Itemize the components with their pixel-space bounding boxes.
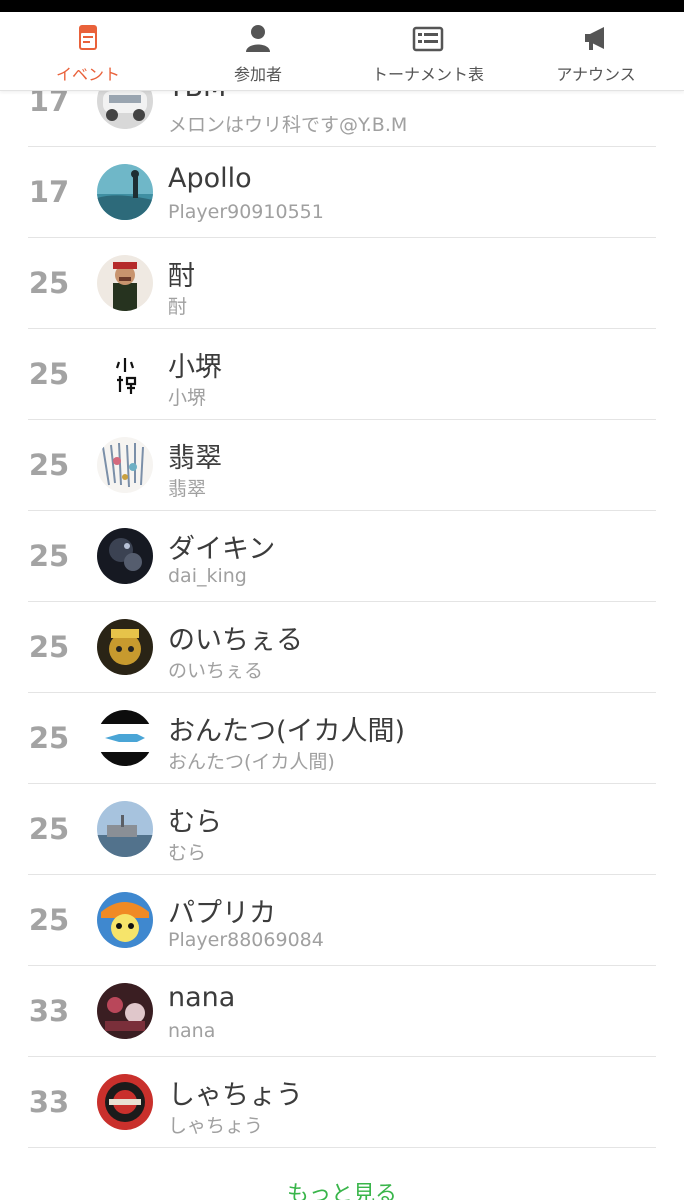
tab-label: イベント [55,65,120,84]
participant-name: おんたつ(イカ人間) [168,716,406,747]
participant-list: 17 YBM メロンはウリ科です@Y.B.M 17 Apollo Player9… [0,56,684,1148]
avatar [97,528,153,584]
participant-id: Player90910551 [168,201,324,223]
participant-id: しゃちょう [168,1115,264,1137]
tab-label: アナウンス [556,65,636,84]
list-item[interactable]: 17 Apollo Player90910551 [28,147,656,238]
list-item[interactable]: 25 翡翠 翡翠 [28,420,656,511]
tab-participants[interactable]: 参加者 [170,12,346,90]
avatar [97,346,153,402]
rank: 25 [28,721,70,755]
tab-label: 参加者 [233,65,282,84]
avatar [97,892,153,948]
participant-name: 翡翠 [168,443,222,474]
list-item[interactable]: 25 のいちぇる のいちぇる [28,602,656,693]
avatar [97,437,153,493]
participant-id: Player88069084 [168,929,324,951]
participant-id: のいちぇる [168,660,264,682]
avatar [97,255,153,311]
rank: 25 [28,266,70,300]
tab-event[interactable]: イベント [0,12,176,90]
list-item[interactable]: 33 nana nana [28,966,656,1057]
participant-id: おんたつ(イカ人間) [168,751,335,773]
avatar [97,983,153,1039]
participant-id: 酎 [168,296,188,318]
tab-tournament[interactable]: トーナメント表 [340,12,516,90]
list-item[interactable]: 25 小堺 小堺 [28,329,656,420]
list-item[interactable]: 25 ダイキン dai_king [28,511,656,602]
rank: 25 [28,630,70,664]
participant-name: nana [168,982,236,1013]
participant-id: むら [168,842,207,864]
participant-name: ダイキン [168,534,276,565]
participant-name: 小堺 [168,352,222,383]
rank: 17 [28,175,70,209]
list-item[interactable]: 33 しゃちょう しゃちょう [28,1057,656,1148]
participant-id: 小堺 [168,387,207,409]
list-item[interactable]: 25 むら むら [28,784,656,875]
megaphone-icon [585,27,604,50]
list-item[interactable]: 25 おんたつ(イカ人間) おんたつ(イカ人間) [28,693,656,784]
avatar [97,1074,153,1130]
participant-id: 翡翠 [168,478,207,500]
show-more-link[interactable]: もっと見る [0,1180,684,1200]
participant-id: dai_king [168,565,247,587]
participant-id: メロンはウリ科です@Y.B.M [168,114,408,136]
rank: 33 [28,994,70,1028]
participant-name: のいちぇる [168,625,303,656]
participant-name: しゃちょう [168,1080,303,1111]
status-bar [0,0,684,12]
list-item[interactable]: 25 酎 酎 [28,238,656,329]
rank: 25 [28,357,70,391]
avatar [97,164,153,220]
participant-name: パプリカ [168,898,276,929]
person-icon [246,25,270,52]
avatar [97,619,153,675]
rank: 33 [28,1085,70,1119]
rank: 25 [28,448,70,482]
tab-announce[interactable]: アナウンス [508,12,684,90]
rank: 25 [28,539,70,573]
list-item[interactable]: 25 パプリカ Player88069084 [28,875,656,966]
participant-name: むら [168,807,222,838]
avatar [97,801,153,857]
participant-name: 酎 [168,261,195,292]
rank: 25 [28,903,70,937]
rank: 25 [28,812,70,846]
tab-bar: イベント 参加者 トーナメント表 アナウンス [0,12,684,91]
participant-id: nana [168,1020,216,1042]
event-icon [79,25,97,50]
avatar [97,710,153,766]
bracket-icon [412,26,444,52]
tab-label: トーナメント表 [371,65,484,84]
participant-name: Apollo [168,163,252,194]
